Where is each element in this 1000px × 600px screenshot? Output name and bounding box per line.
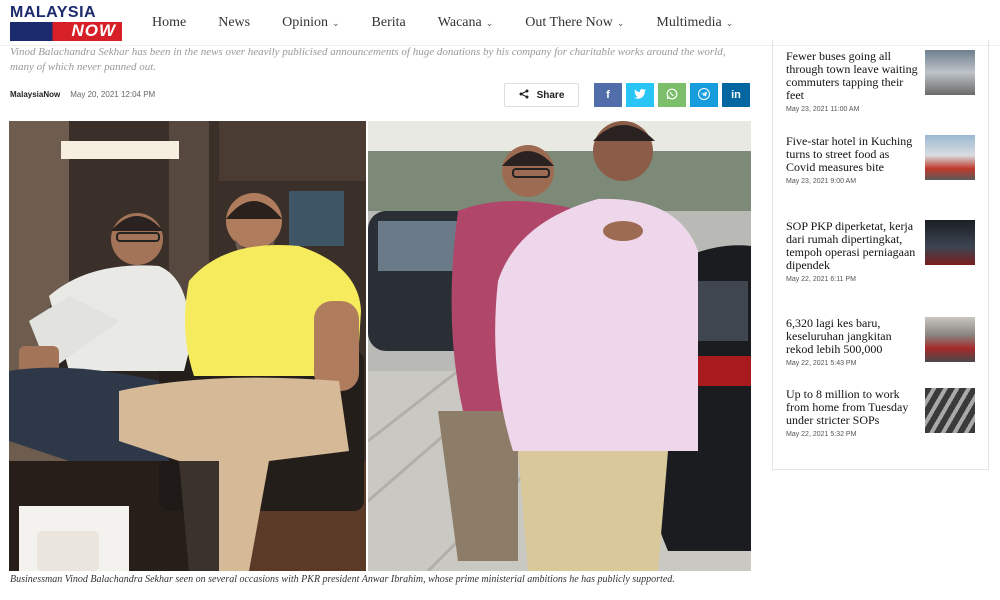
main-nav: Home News Opinion ⌄ Berita Wacana ⌄ Out Th… [152,0,765,46]
twitter-icon [634,88,646,102]
chevron-down-icon: ⌄ [616,17,625,28]
nav-item-berita[interactable]: Berita [372,15,406,31]
photo-caption: Businessman Vinod Balachandra Sekhar see… [10,574,675,585]
nav-label: Opinion [282,15,328,30]
article-subtitle: Vinod Balachandra Sekhar has been in the… [10,46,726,73]
nav-label: Berita [371,15,406,30]
linkedin-share-button[interactable]: in [722,83,750,107]
sidebar-story[interactable]: SOP PKP diperketat, kerja dari rumah dip… [786,220,981,283]
nav-item-wacana[interactable]: Wacana ⌄ [438,15,494,31]
whatsapp-share-button[interactable] [658,83,686,107]
nav-item-multimedia[interactable]: Multimedia ⌄ [656,15,733,31]
article-photo-right [368,121,751,571]
linkedin-icon: in [731,89,741,101]
share-label: Share [536,89,565,101]
nav-label: Home [152,15,187,30]
whatsapp-icon [666,88,678,103]
latest-news-sidebar: Fewer buses going all through town leave… [772,40,989,470]
story-date: May 22, 2021 6:11 PM [786,276,856,283]
chevron-down-icon: ⌄ [485,17,494,28]
facebook-icon: f [606,89,610,101]
nav-label: Wacana [437,15,482,30]
site-logo[interactable]: MALAYSIA NOW [10,5,122,41]
share-icon [519,89,529,102]
nav-item-news[interactable]: News [218,15,250,31]
sidebar-story[interactable]: 6,320 lagi kes baru, keseluruhan jangkit… [786,317,981,367]
facebook-share-button[interactable]: f [594,83,622,107]
story-title[interactable]: Five-star hotel in Kuching turns to stre… [786,135,921,174]
story-thumbnail[interactable] [925,317,975,362]
story-title[interactable]: Up to 8 million to work from home from T… [786,388,921,427]
sidebar-story[interactable]: Fewer buses going all through town leave… [786,50,981,113]
logo-banner: NOW [10,21,122,41]
sidebar-story[interactable]: Five-star hotel in Kuching turns to stre… [786,135,981,185]
telegram-share-button[interactable] [690,83,718,107]
publish-date: May 20, 2021 12:04 PM [70,90,156,99]
chevron-down-icon: ⌄ [332,17,340,28]
share-button[interactable]: Share [504,83,579,107]
story-title[interactable]: SOP PKP diperketat, kerja dari rumah dip… [786,220,921,272]
nav-item-out-there-now[interactable]: Out There Now ⌄ [525,15,624,31]
story-thumbnail[interactable] [925,50,975,95]
twitter-share-button[interactable] [626,83,654,107]
story-thumbnail[interactable] [925,135,975,180]
article-photo-left [9,121,366,571]
logo-line1: MALAYSIA [10,4,97,21]
logo-line2: NOW [71,21,116,40]
social-share-bar: f in [594,83,754,107]
nav-item-home[interactable]: Home [152,15,186,31]
story-thumbnail[interactable] [925,388,975,433]
nav-label: Out There Now [525,15,613,30]
story-thumbnail[interactable] [925,220,975,265]
chevron-down-icon: ⌄ [725,17,734,28]
nav-label: News [218,15,251,30]
story-title[interactable]: Fewer buses going all through town leave… [786,50,921,102]
nav-label: Multimedia [656,15,722,30]
story-title[interactable]: 6,320 lagi kes baru, keseluruhan jangkit… [786,317,921,356]
nav-item-opinion[interactable]: Opinion ⌄ [282,15,339,31]
story-date: May 23, 2021 11:00 AM [786,106,860,113]
sidebar-story[interactable]: Up to 8 million to work from home from T… [786,388,981,438]
author-link[interactable]: MalaysiaNow [10,90,60,99]
telegram-icon [698,87,710,103]
byline: MalaysiaNow May 20, 2021 12:04 PM [10,90,155,99]
